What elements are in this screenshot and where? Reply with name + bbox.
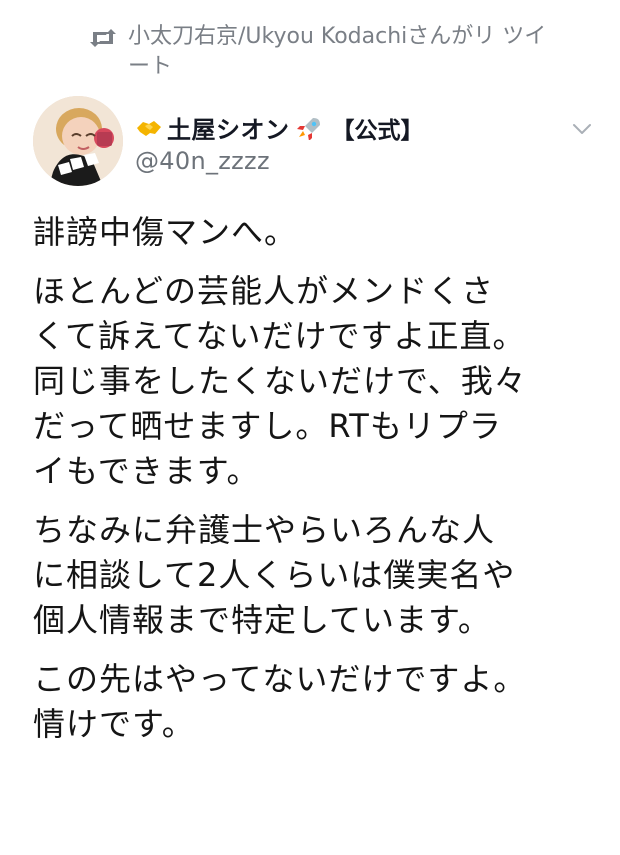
official-badge: 【公式】 — [331, 117, 424, 144]
chevron-down-icon[interactable] — [572, 122, 592, 136]
tweet-paragraph: ちなみに弁護士やらいろんな人 に相談して2人くらいは僕実名や 個人情報まで特定し… — [33, 511, 516, 639]
handshake-icon — [137, 120, 161, 136]
avatar[interactable] — [33, 96, 123, 186]
tweet-body: 誹謗中傷マンへ。 ほとんどの芸能人がメンドくさ くて訴えてないだけですよ正直。 … — [33, 210, 608, 761]
author-handle[interactable]: @40n_zzzz — [135, 147, 270, 175]
avatar-image — [33, 96, 123, 186]
tweet-paragraph: 誹謗中傷マンへ。 — [33, 213, 298, 251]
tweet-paragraph: ほとんどの芸能人がメンドくさ くて訴えてないだけですよ正直。 同じ事をしたくない… — [33, 272, 527, 490]
author-name-row[interactable]: 土屋シオン 【公式】 — [135, 110, 424, 145]
retweet-context[interactable]: 小太刀右京/Ukyou Kodachiさんがリ ツイート — [88, 22, 558, 82]
display-name: 土屋シオン — [167, 116, 290, 144]
tweet-paragraph: この先はやってないだけですよ。 情けです。 — [33, 660, 527, 743]
retweet-icon — [90, 29, 116, 47]
rocket-icon — [296, 117, 320, 140]
retweet-text: 小太刀右京/Ukyou Kodachiさんがリ ツイート — [128, 24, 547, 79]
